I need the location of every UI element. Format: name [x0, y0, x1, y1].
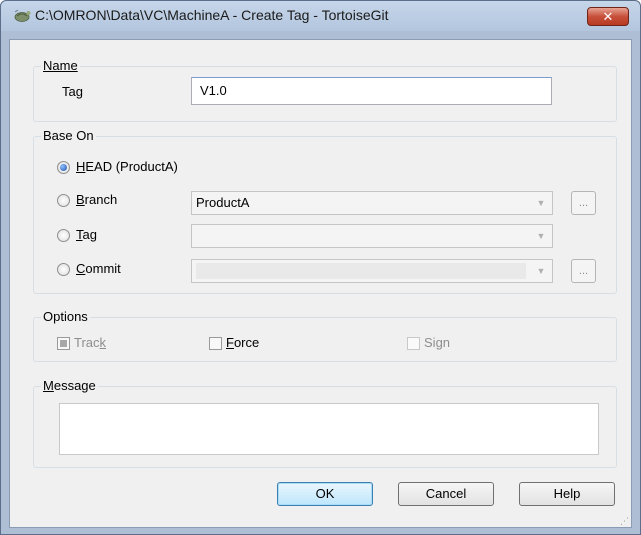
branch-select[interactable]: ProductA ▼: [191, 191, 553, 215]
help-button[interactable]: Help: [519, 482, 615, 506]
tag-radio[interactable]: [57, 229, 70, 242]
track-checkbox-label[interactable]: Track: [74, 335, 106, 351]
ok-button[interactable]: OK: [277, 482, 373, 506]
commit-select-field: [196, 263, 526, 279]
cancel-button[interactable]: Cancel: [398, 482, 494, 506]
resize-grip-icon[interactable]: ⋰: [620, 517, 629, 526]
sign-checkbox-label[interactable]: Sign: [424, 335, 450, 351]
tag-name-label: Tag: [62, 84, 83, 99]
window-title: C:\OMRON\Data\VC\MachineA - Create Tag -…: [35, 7, 389, 23]
sign-checkbox[interactable]: [407, 337, 420, 350]
create-tag-dialog: C:\OMRON\Data\VC\MachineA - Create Tag -…: [0, 0, 641, 535]
tortoisegit-icon: [14, 9, 31, 22]
message-group-label: Message: [41, 378, 98, 393]
base-on-group-label: Base On: [41, 128, 96, 143]
title-bar[interactable]: C:\OMRON\Data\VC\MachineA - Create Tag -…: [1, 1, 640, 31]
chevron-down-icon: ▼: [536, 266, 546, 276]
commit-radio[interactable]: [57, 263, 70, 276]
commit-browse-button[interactable]: ...: [571, 259, 596, 283]
name-group-label: Name: [41, 58, 80, 73]
commit-radio-label[interactable]: Commit: [76, 261, 121, 277]
message-textarea[interactable]: [59, 403, 599, 455]
branch-radio[interactable]: [57, 194, 70, 207]
tag-name-input[interactable]: V1.0: [191, 77, 552, 105]
force-checkbox-label[interactable]: Force: [226, 335, 259, 351]
branch-browse-button[interactable]: ...: [571, 191, 596, 215]
close-icon: ✕: [602, 8, 614, 24]
tag-radio-label[interactable]: Tag: [76, 227, 97, 243]
head-radio-label[interactable]: HEAD (ProductA): [76, 159, 178, 175]
options-group-label: Options: [41, 309, 90, 324]
branch-radio-label[interactable]: Branch: [76, 192, 117, 208]
force-checkbox[interactable]: [209, 337, 222, 350]
track-checkbox[interactable]: [57, 337, 70, 350]
tag-select[interactable]: ▼: [191, 224, 553, 248]
dialog-client-area: Name Tag V1.0 Base On HEAD (ProductA) Br…: [9, 39, 632, 528]
branch-select-value: ProductA: [196, 195, 250, 210]
head-radio[interactable]: [57, 161, 70, 174]
chevron-down-icon: ▼: [536, 231, 546, 241]
chevron-down-icon: ▼: [536, 198, 546, 208]
close-button[interactable]: ✕: [587, 7, 629, 26]
options-group: [33, 317, 617, 362]
commit-select[interactable]: ▼: [191, 259, 553, 283]
